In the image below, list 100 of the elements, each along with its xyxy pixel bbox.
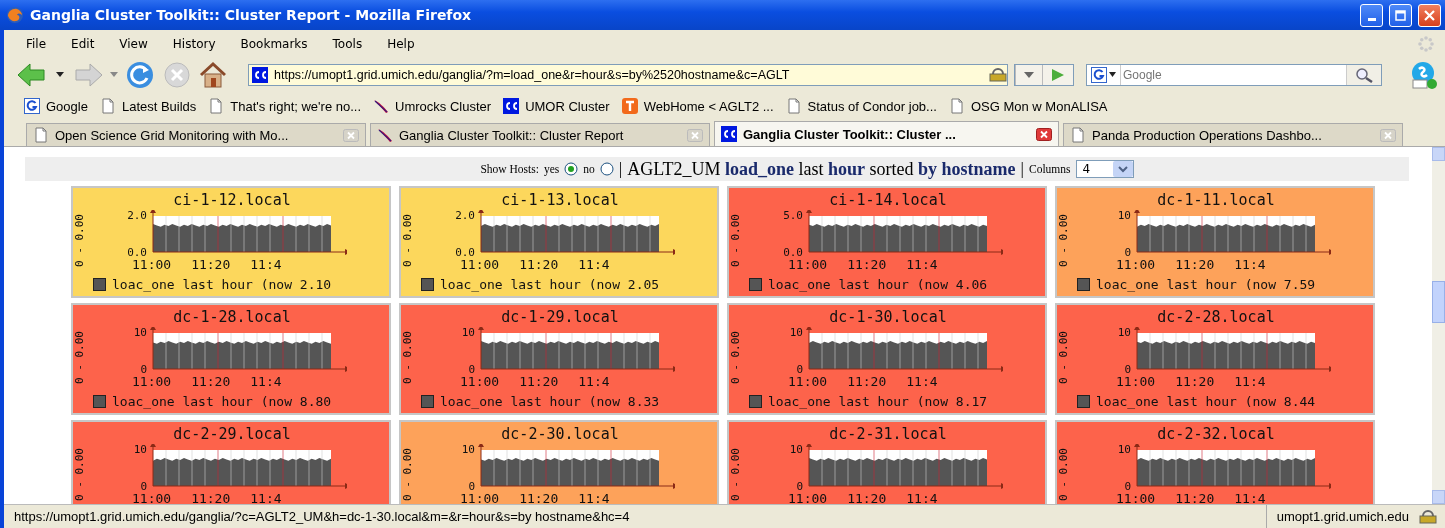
axis-tick-label: 10: [1117, 210, 1131, 222]
axis-tick-label: 11:00: [460, 258, 500, 272]
skype-icon[interactable]: [1409, 59, 1439, 90]
host-graph-card[interactable]: dc-1-30.local 0 - 0.00 10 0 11:00 11:20 11:4 loac_one last hour (now 8.17: [727, 303, 1047, 415]
browser-tab[interactable]: Open Science Grid Monitoring with Mo...: [26, 123, 366, 146]
reload-button[interactable]: [124, 59, 156, 90]
radio-button[interactable]: [564, 162, 579, 176]
host-graph-card[interactable]: ci-1-13.local 0 - 0.00 2.0 0.0 11:00 11:20 11:4 loac_one last hour (now 2.05: [399, 186, 719, 298]
axis-tick-label: 0: [796, 481, 803, 493]
search-field[interactable]: Google: [1086, 63, 1382, 86]
cc-logo-icon: [252, 66, 268, 83]
host-graph-card[interactable]: dc-2-31.local 0 - 0.00 10 0 11:00 11:20 11:4: [727, 420, 1047, 504]
host-name: dc-2-28.local: [1156, 307, 1276, 327]
caret-icon: [1109, 72, 1116, 77]
axis-tick-label: 11:4: [578, 375, 610, 389]
lock-icon: [1419, 509, 1437, 524]
bookmark-link[interactable]: Google: [24, 98, 88, 114]
bookmark-link[interactable]: Latest Builds: [99, 98, 197, 114]
legend-swatch: [421, 394, 434, 408]
axis-tick-label: 11:20: [847, 375, 887, 389]
host-graph-card[interactable]: dc-2-29.local 0 - 0.00 10 0 11:00 11:20 11:4: [71, 420, 391, 504]
menu-item[interactable]: View: [113, 34, 154, 53]
host-graph-card[interactable]: dc-1-29.local 0 - 0.00 10 0 11:00 11:20 11:4 loac_one last hour (now 8.33: [399, 303, 719, 415]
axis-tick-label: 11:20: [191, 492, 231, 504]
host-graph-card[interactable]: dc-1-11.local 0 - 0.00 10 0 11:00 11:20 11:4 loac_one last hour (now 7.59: [1055, 186, 1375, 298]
host-name: dc-2-32.local: [1156, 424, 1276, 444]
page-icon: [208, 98, 225, 114]
axis-label: 0 - 0.00: [729, 447, 743, 504]
option-label: no: [583, 163, 595, 175]
axis-tick-label: 10: [789, 327, 803, 339]
separator: |: [618, 159, 623, 179]
axis-tick-label: 11:20: [519, 258, 559, 272]
separator: |: [1020, 159, 1024, 179]
cc-logo-icon: [503, 98, 520, 114]
menu-item[interactable]: History: [166, 34, 222, 53]
axis-tick-label: 11:20: [1175, 258, 1215, 272]
search-button[interactable]: [1346, 64, 1381, 85]
legend-text: loac_one last hour (now 7.59: [1096, 276, 1316, 292]
axis-label: 0 - 0.00: [73, 447, 87, 504]
firefox-logo-icon: [6, 6, 24, 24]
axis-tick-label: 11:4: [578, 258, 610, 272]
axis-tick-label: 11:4: [578, 492, 610, 504]
legend-swatch: [93, 277, 106, 291]
axis-tick-label: 11:00: [132, 375, 172, 389]
menu-item[interactable]: Edit: [65, 34, 101, 53]
close-tab-icon[interactable]: [1036, 127, 1052, 141]
browser-tab[interactable]: Panda Production Operations Dashbo...: [1063, 123, 1403, 146]
axis-tick-label: 0.0: [127, 247, 147, 259]
menu-item[interactable]: File: [20, 34, 53, 53]
minimize-button[interactable]: [1360, 3, 1383, 27]
menu-item[interactable]: Bookmarks: [234, 34, 314, 53]
home-button[interactable]: [198, 60, 228, 89]
google-icon: [1091, 66, 1107, 83]
bookmark-link[interactable]: OSG Mon w MonALISA: [948, 98, 1108, 114]
bookmark-link[interactable]: Status of Condor job...: [785, 98, 937, 114]
axis-tick-label: 0: [140, 364, 147, 376]
browser-tab[interactable]: Ganglia Cluster Toolkit:: Cluster Report: [370, 123, 710, 146]
host-graph-card[interactable]: dc-2-28.local 0 - 0.00 10 0 11:00 11:20 11:4 loac_one last hour (now 8.44: [1055, 303, 1375, 415]
axis-tick-label: 11:00: [132, 258, 172, 272]
menu-item[interactable]: Help: [381, 34, 421, 53]
axis-label: 0 - 0.00: [401, 330, 415, 387]
maximize-button[interactable]: [1389, 3, 1412, 27]
legend-text: loac_one last hour (now 8.17: [768, 393, 988, 409]
menu-item[interactable]: Tools: [326, 34, 369, 53]
host-name: ci-1-13.local: [500, 190, 620, 210]
legend-text: loac_one last hour (now 8.33: [440, 393, 660, 409]
page-icon: [33, 127, 49, 143]
legend-swatch: [1077, 277, 1090, 291]
axis-tick-label: 11:20: [847, 258, 887, 272]
host-name: dc-1-30.local: [828, 307, 948, 327]
bookmark-link[interactable]: WebHome < AGLT2 ...: [621, 98, 774, 114]
axis-tick-label: 11:4: [250, 492, 282, 504]
search-input[interactable]: Google: [1121, 66, 1346, 83]
show-hosts-label: Show Hosts:: [480, 163, 539, 175]
host-graph-card[interactable]: dc-1-28.local 0 - 0.00 10 0 11:00 11:20 11:4 loac_one last hour (now 8.80: [71, 303, 391, 415]
legend-text: loac_one last hour (now 8.80: [112, 393, 332, 409]
host-graph-card[interactable]: ci-1-14.local 0 - 0.00 5.0 0.0 11:00 11:20 11:4 loac_one last hour (now 4.06: [727, 186, 1047, 298]
host-graph-card[interactable]: dc-2-32.local 0 - 0.00 10 0 11:00 11:20 11:4: [1055, 420, 1375, 504]
axis-label: 0 - 0.00: [729, 213, 743, 270]
axis-label: 0 - 0.00: [1057, 447, 1071, 504]
bookmark-link[interactable]: UMOR Cluster: [503, 98, 610, 114]
bookmark-link[interactable]: Umrocks Cluster: [373, 98, 492, 114]
axis-tick-label: 11:4: [906, 258, 938, 272]
axis-tick-label: 11:00: [1116, 492, 1156, 504]
columns-select[interactable]: 4: [1075, 160, 1134, 178]
axis-tick-label: 11:00: [460, 375, 500, 389]
axis-tick-label: 11:00: [460, 492, 500, 504]
browser-tab[interactable]: Ganglia Cluster Toolkit:: Cluster ...: [714, 121, 1059, 146]
caret-icon[interactable]: [56, 71, 64, 78]
axis-tick-label: 0: [796, 364, 803, 376]
scrollbar[interactable]: [1432, 147, 1445, 504]
radio-button[interactable]: [599, 162, 614, 176]
host-graph-card[interactable]: dc-2-30.local 0 - 0.00 10 0 11:00 11:20 11:4: [399, 420, 719, 504]
legend-text: loac_one last hour (now 2.10: [112, 276, 332, 292]
close-button[interactable]: [1418, 3, 1441, 27]
bookmark-link[interactable]: That's right; we're no...: [208, 98, 362, 114]
address-field[interactable]: https://umopt1.grid.umich.edu/ganglia/?m=load_one&r=hour&s=by%2520hostname&c=AGLT: [248, 63, 1008, 86]
report-description: AGLT2_UM load_one last hour sorted by hostname: [627, 158, 1016, 180]
host-graph-card[interactable]: ci-1-12.local 0 - 0.00 2.0 0.0 11:00 11:20 11:4 loac_one last hour (now 2.10: [71, 186, 391, 298]
axis-label: 0 - 0.00: [1057, 213, 1071, 270]
